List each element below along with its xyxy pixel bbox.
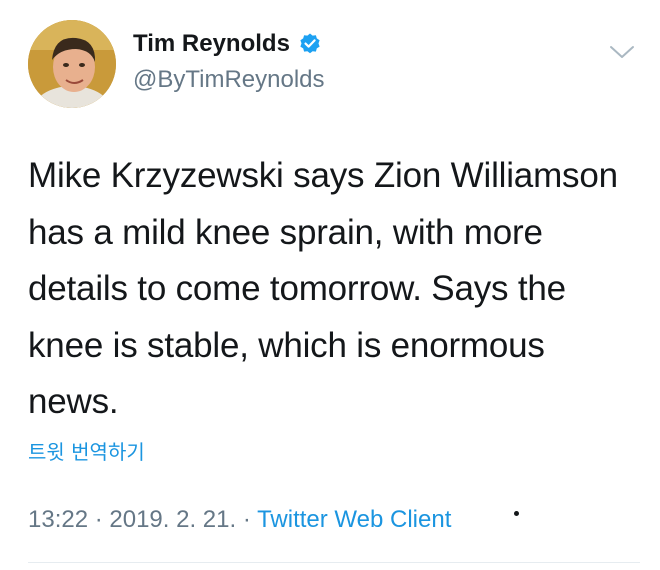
translate-tweet-link[interactable]: 트윗 번역하기 [28,436,145,465]
stray-dot [514,511,519,516]
author-handle[interactable]: @ByTimReynolds [133,66,325,94]
verified-badge-icon [300,33,320,54]
tweet-text-line: Mike Krzyzewski says Zion Williamson [28,156,618,195]
tweet-text-line: knee is stable, which is enormous [28,325,545,365]
tweet-metadata: 13:22 · 2019. 2. 21. · Twitter Web Clien… [28,506,451,534]
tweet-text-line: details to come tomorrow. Says the [28,269,566,308]
tweet-text: Mike Krzyzewski says Zion Williamson has… [28,148,638,431]
avatar-image [28,20,116,108]
author-name[interactable]: Tim Reynolds [133,30,290,58]
tweet-card: Tim Reynolds @ByTimReynolds Mike Krzyzew… [0,0,660,570]
meta-separator: · [236,506,258,533]
author-name-row[interactable]: Tim Reynolds [133,30,322,58]
author-avatar[interactable] [28,20,116,108]
tweet-time[interactable]: 13:22 [28,506,88,533]
tweet-text-line: news. [28,382,119,421]
tweet-client-link[interactable]: Twitter Web Client [257,506,451,533]
tweet-date[interactable]: 2019. 2. 21. [109,506,236,533]
divider [28,562,640,563]
tweet-text-line: has a mild knee sprain, with more [28,212,543,252]
chevron-down-icon[interactable] [608,42,636,62]
meta-separator: · [88,506,110,533]
